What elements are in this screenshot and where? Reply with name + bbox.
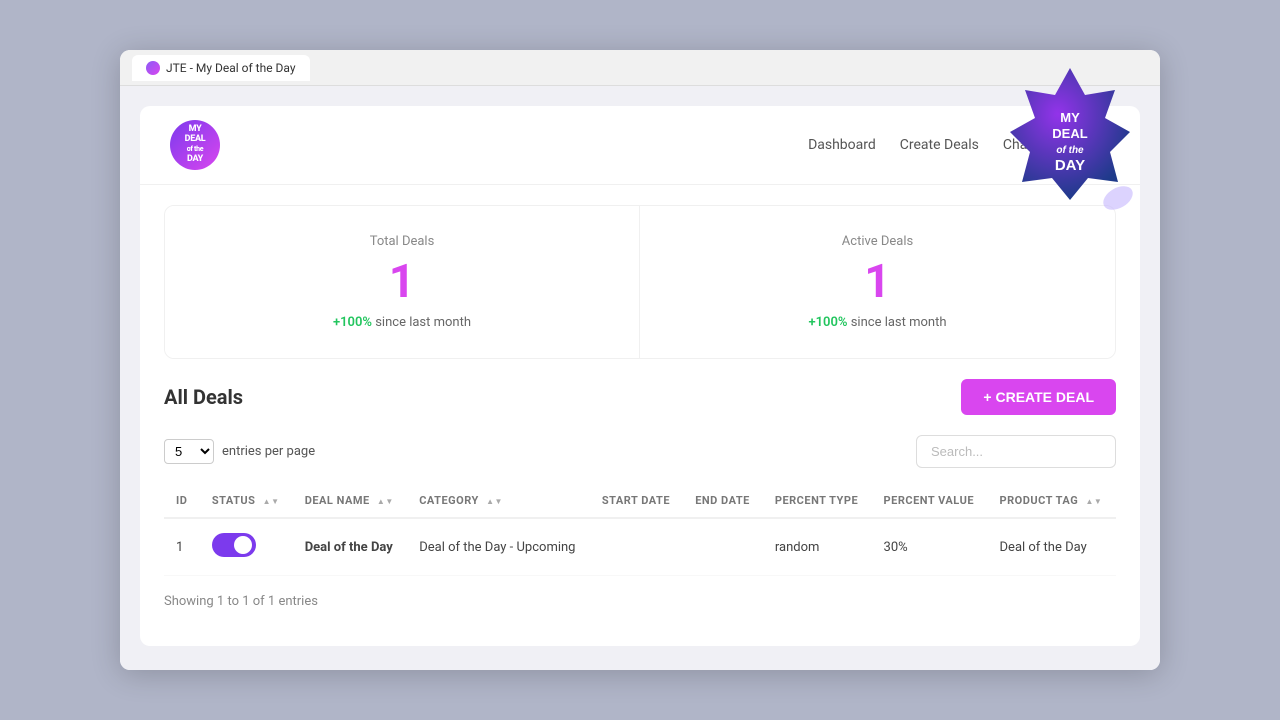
cell-product-tag: Deal of the Day xyxy=(988,518,1116,576)
col-end-date-label: END DATE xyxy=(695,494,750,507)
product-tag-sort[interactable]: ▲▼ xyxy=(1085,497,1102,506)
col-end-date: END DATE xyxy=(683,484,763,518)
cell-percent-type: random xyxy=(763,518,872,576)
tab-item[interactable]: JTE - My Deal of the Day xyxy=(132,55,310,81)
total-deals-change-highlight: +100% xyxy=(333,315,372,330)
col-percent-type-label: PERCENT TYPE xyxy=(775,494,858,507)
table-body: 1 Deal of the Day xyxy=(164,518,1116,576)
active-deals-change-highlight: +100% xyxy=(808,315,847,330)
table-header: ID STATUS ▲▼ DEAL NAME ▲▼ xyxy=(164,484,1116,518)
active-deals-label: Active Deals xyxy=(670,234,1085,249)
badge-sticker-svg: MY DEAL of the DAY xyxy=(990,60,1150,220)
showing-entries-text: Showing 1 to 1 of 1 entries xyxy=(164,594,1116,609)
entries-per-page-select[interactable]: 5 10 25 xyxy=(164,439,214,464)
logo-text: MYDEALof theDAY xyxy=(185,125,206,165)
col-start-date: START DATE xyxy=(590,484,683,518)
col-status-label: STATUS xyxy=(212,494,256,507)
col-category-label: CATEGORY xyxy=(419,494,479,507)
logo-area: MYDEALof theDAY xyxy=(170,120,220,170)
col-percent-value-label: PERCENT VALUE xyxy=(884,494,974,507)
deals-title: All Deals xyxy=(164,385,243,409)
deals-table: ID STATUS ▲▼ DEAL NAME ▲▼ xyxy=(164,484,1116,576)
deal-name-sort[interactable]: ▲▼ xyxy=(377,497,394,506)
cell-category: Deal of the Day - Upcoming xyxy=(407,518,590,576)
stats-row: Total Deals 1 +100% since last month Act… xyxy=(164,205,1116,359)
col-start-date-label: START DATE xyxy=(602,494,670,507)
table-row: 1 Deal of the Day xyxy=(164,518,1116,576)
cell-end-date xyxy=(683,518,763,576)
tab-title: JTE - My Deal of the Day xyxy=(166,61,296,75)
total-deals-label: Total Deals xyxy=(195,234,609,249)
stat-total-deals: Total Deals 1 +100% since last month xyxy=(165,206,640,358)
category-sort[interactable]: ▲▼ xyxy=(486,497,503,506)
logo-badge: MYDEALof theDAY xyxy=(170,120,220,170)
total-deals-change: +100% since last month xyxy=(195,315,609,330)
svg-text:DEAL: DEAL xyxy=(1052,126,1087,141)
nav-create-deals[interactable]: Create Deals xyxy=(900,137,979,153)
toggle-track xyxy=(212,533,256,557)
col-percent-type: PERCENT TYPE xyxy=(763,484,872,518)
col-deal-name-label: DEAL NAME xyxy=(305,494,370,507)
svg-text:MY: MY xyxy=(1060,110,1080,125)
nav-dashboard[interactable]: Dashboard xyxy=(808,137,876,153)
col-product-tag-label: PRODUCT TAG xyxy=(1000,494,1079,507)
search-input[interactable] xyxy=(916,435,1116,468)
entries-label: entries per page xyxy=(222,444,315,459)
total-deals-value: 1 xyxy=(195,259,609,305)
cell-percent-value: 30% xyxy=(872,518,988,576)
col-id: ID xyxy=(164,484,200,518)
col-status: STATUS ▲▼ xyxy=(200,484,293,518)
toggle-thumb xyxy=(234,536,252,554)
table-controls: 5 10 25 entries per page xyxy=(164,435,1116,468)
cell-deal-name: Deal of the Day xyxy=(293,518,408,576)
total-deals-change-text: since last month xyxy=(372,315,471,330)
col-percent-value: PERCENT VALUE xyxy=(872,484,988,518)
col-category: CATEGORY ▲▼ xyxy=(407,484,590,518)
cell-id: 1 xyxy=(164,518,200,576)
tab-favicon xyxy=(146,61,160,75)
active-deals-change: +100% since last month xyxy=(670,315,1085,330)
cell-status xyxy=(200,518,293,576)
status-toggle[interactable] xyxy=(212,533,256,557)
badge-sticker: MY DEAL of the DAY xyxy=(990,60,1150,220)
col-id-label: ID xyxy=(176,494,187,507)
svg-text:DAY: DAY xyxy=(1055,157,1085,174)
svg-text:of the: of the xyxy=(1056,145,1084,156)
deals-section: All Deals + CREATE DEAL 5 10 25 entries … xyxy=(140,379,1140,633)
col-deal-name: DEAL NAME ▲▼ xyxy=(293,484,408,518)
cell-start-date xyxy=(590,518,683,576)
active-deals-change-text: since last month xyxy=(848,315,947,330)
col-product-tag: PRODUCT TAG ▲▼ xyxy=(988,484,1116,518)
stat-active-deals: Active Deals 1 +100% since last month xyxy=(640,206,1115,358)
entries-control: 5 10 25 entries per page xyxy=(164,439,315,464)
create-deal-button[interactable]: + CREATE DEAL xyxy=(961,379,1116,415)
status-sort[interactable]: ▲▼ xyxy=(263,497,280,506)
active-deals-value: 1 xyxy=(670,259,1085,305)
deals-header: All Deals + CREATE DEAL xyxy=(164,379,1116,415)
